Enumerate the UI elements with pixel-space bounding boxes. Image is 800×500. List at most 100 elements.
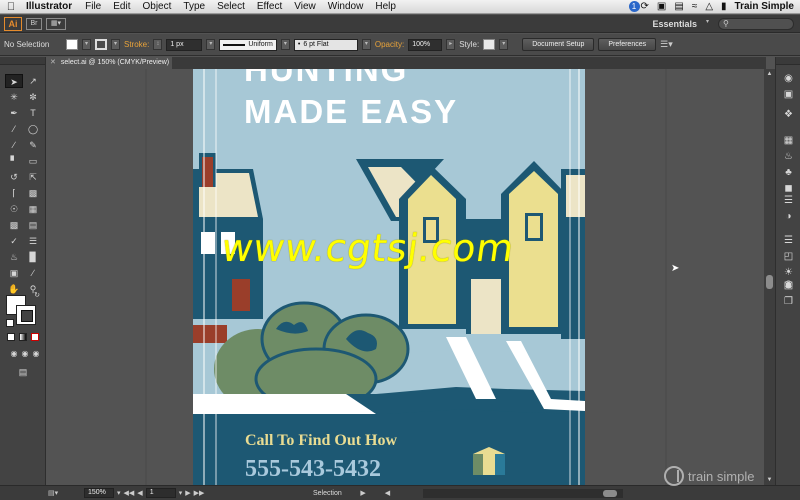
paintbrush-tool-icon[interactable]: ∕ xyxy=(5,138,23,152)
user-name[interactable]: Train Simple xyxy=(735,1,794,12)
menu-window[interactable]: Window xyxy=(322,1,370,12)
brushes-panel-icon[interactable]: ♨ xyxy=(780,150,797,163)
menu-select[interactable]: Select xyxy=(211,1,251,12)
bridge-button[interactable]: Br xyxy=(26,17,42,30)
line-tool-icon[interactable]: ⁄ xyxy=(5,122,23,136)
color-mode-icon[interactable] xyxy=(7,333,15,341)
opacity-dropdown[interactable]: ▸ xyxy=(446,39,456,50)
first-artboard-icon[interactable]: ◀◀ xyxy=(124,489,135,497)
layers-panel-icon[interactable]: ▣ xyxy=(780,279,797,292)
apple-menu-icon[interactable]:  xyxy=(0,1,22,13)
variable-width-profile[interactable]: Uniform xyxy=(219,38,277,51)
scroll-left-icon[interactable]: ◀ xyxy=(385,489,390,497)
shape-builder-tool-icon[interactable]: ☉ xyxy=(5,202,23,216)
document-setup-button[interactable]: Document Setup xyxy=(522,38,595,51)
stroke-panel-icon[interactable]: ▦ xyxy=(780,134,797,147)
vertical-scroll-thumb[interactable] xyxy=(766,275,773,289)
perspective-grid-tool-icon[interactable]: ▦ xyxy=(24,202,42,216)
menu-help[interactable]: Help xyxy=(369,1,402,12)
panel-options-icon[interactable]: ☰▾ xyxy=(660,39,673,50)
gradient-mode-icon[interactable] xyxy=(19,333,27,341)
volume-icon[interactable]: △ xyxy=(705,1,713,12)
workspace-switcher[interactable]: Essentials xyxy=(652,19,697,29)
symbol-sprayer-tool-icon[interactable]: ♨ xyxy=(5,250,23,264)
next-artboard-icon[interactable]: ▶ xyxy=(185,489,190,497)
symbols-panel-icon[interactable]: ♣ xyxy=(780,166,797,179)
battery-icon[interactable]: ▮ xyxy=(721,1,727,12)
rotate-tool-icon[interactable]: ↺ xyxy=(5,170,23,184)
menu-object[interactable]: Object xyxy=(136,1,177,12)
last-artboard-icon[interactable]: ▶▶ xyxy=(194,489,205,497)
color-panel-icon[interactable]: ◉ xyxy=(780,72,797,85)
canvas-area[interactable]: HUNTING MADE EASY Call To Find Out How 5… xyxy=(46,69,764,485)
menu-file[interactable]: File xyxy=(79,1,107,12)
eyedropper-tool-icon[interactable]: ✓ xyxy=(5,234,23,248)
column-graph-tool-icon[interactable]: ▉ xyxy=(24,250,42,264)
status-menu-icon[interactable]: ▶ xyxy=(360,489,365,497)
transparency-panel-icon[interactable]: ◑ xyxy=(780,210,797,223)
status-tool-readout[interactable]: Selection xyxy=(297,490,357,497)
status-prefix-icon[interactable]: ▤▾ xyxy=(48,489,58,497)
type-tool-icon[interactable]: T xyxy=(24,106,42,120)
search-input[interactable]: ⚲ xyxy=(718,17,794,30)
opacity-field[interactable]: 100% xyxy=(408,38,443,51)
selection-tool-icon[interactable]: ➤ xyxy=(5,74,23,88)
free-transform-tool-icon[interactable]: ▩ xyxy=(24,186,42,200)
mesh-tool-icon[interactable]: ▩ xyxy=(5,218,23,232)
stroke-weight-field[interactable]: 1 px xyxy=(166,38,203,51)
stroke-dropdown[interactable]: ▾ xyxy=(111,39,120,50)
creative-cloud-badge[interactable]: 1 ⟳ xyxy=(628,1,649,12)
gradient-tool-icon[interactable]: ▤ xyxy=(24,218,42,232)
appearance-panel-icon[interactable]: ☰ xyxy=(780,234,797,247)
ellipse-tool-icon[interactable]: ◯ xyxy=(24,122,42,136)
previous-artboard-icon[interactable]: ◀ xyxy=(137,489,142,497)
menu-effect[interactable]: Effect xyxy=(251,1,288,12)
width-tool-icon[interactable]: ⌈ xyxy=(5,186,23,200)
toolbar-grip[interactable] xyxy=(0,57,45,65)
eraser-tool-icon[interactable]: ▭ xyxy=(24,154,42,168)
screen-mode-icon[interactable]: ▤ xyxy=(14,365,32,379)
gradient-panel-icon[interactable]: ◰ xyxy=(780,250,797,263)
menu-edit[interactable]: Edit xyxy=(107,1,136,12)
screen-icon[interactable]: ▤ xyxy=(674,1,683,12)
direct-selection-tool-icon[interactable]: ↗ xyxy=(24,74,42,88)
horizontal-scrollbar[interactable] xyxy=(423,488,624,498)
app-menu[interactable]: Illustrator xyxy=(22,1,79,12)
brush-definition[interactable]: • 6 pt Flat xyxy=(293,38,358,51)
stroke-weight-dropdown[interactable]: ▾ xyxy=(206,39,216,50)
vertical-scrollbar[interactable]: ▲ ▼ xyxy=(764,69,775,485)
swap-fill-stroke-icon[interactable]: ↻ xyxy=(28,289,46,303)
scale-tool-icon[interactable]: ⇱ xyxy=(24,170,42,184)
workspace-dropdown-icon[interactable]: ▾ xyxy=(703,18,712,29)
brush-dropdown[interactable]: ▾ xyxy=(361,39,371,50)
stroke-color-swatch[interactable] xyxy=(95,39,107,50)
scroll-up-icon[interactable]: ▲ xyxy=(764,69,775,79)
swatches-panel-icon[interactable]: ❖ xyxy=(780,108,797,121)
draw-inside-icon[interactable]: ◉ xyxy=(27,347,45,361)
lasso-tool-icon[interactable]: ✼ xyxy=(24,90,42,104)
zoom-dropdown-icon[interactable]: ▾ xyxy=(117,489,121,497)
fill-dropdown[interactable]: ▾ xyxy=(82,39,91,50)
style-dropdown[interactable]: ▾ xyxy=(499,39,509,50)
graphic-style-swatch[interactable] xyxy=(483,39,496,50)
menu-type[interactable]: Type xyxy=(177,1,211,12)
artboard-dropdown-icon[interactable]: ▾ xyxy=(179,489,183,497)
horizontal-scroll-thumb[interactable] xyxy=(603,489,618,497)
display-icon[interactable]: ▣ xyxy=(657,1,666,12)
menu-view[interactable]: View xyxy=(288,1,322,12)
magic-wand-tool-icon[interactable]: ✳ xyxy=(5,90,23,104)
artboard-number-field[interactable]: 1 xyxy=(145,488,176,498)
dock-grip[interactable] xyxy=(776,57,800,65)
pencil-tool-icon[interactable]: ✎ xyxy=(24,138,42,152)
none-mode-icon[interactable] xyxy=(31,333,39,341)
zoom-field[interactable]: 150% xyxy=(84,488,114,498)
stroke-label[interactable]: Stroke: xyxy=(124,40,149,49)
profile-dropdown[interactable]: ▾ xyxy=(280,39,290,50)
opacity-label[interactable]: Opacity: xyxy=(375,40,404,49)
blend-tool-icon[interactable]: ☰ xyxy=(24,234,42,248)
default-colors-icon[interactable] xyxy=(6,319,14,327)
align-panel-icon[interactable]: ☰ xyxy=(780,194,797,207)
preferences-button[interactable]: Preferences xyxy=(598,38,657,51)
stroke-swatch[interactable] xyxy=(16,305,36,325)
wifi-icon[interactable]: ≈ xyxy=(692,1,698,12)
